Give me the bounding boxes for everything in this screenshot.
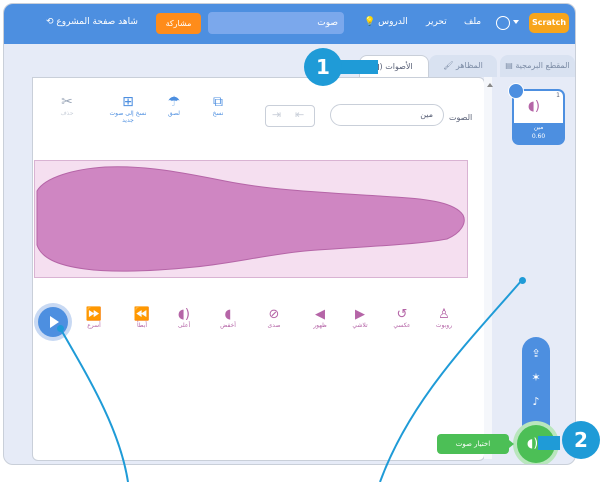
paste-icon: ☂ [167,94,181,110]
choose-sound-menu: ⇪ ✶ ♪ [522,337,550,427]
callout-tail-two [538,436,560,450]
effect-slower-label: أبطأ [136,322,148,329]
sound-tile-duration: 0.60 [531,133,546,140]
copy-to-new-label: نسخ إلى صوت جديد [109,110,147,124]
chevron-down-icon [513,20,519,24]
effect-mute-label: صدى [267,322,281,329]
surprise-icon[interactable]: ✶ [522,371,550,384]
effect-fade-in[interactable]: ◀ ظهور [300,307,340,329]
tutorials-menu[interactable]: 💡 الدروس [364,17,408,27]
effect-fade-out[interactable]: ▶ تلاشي [340,307,380,329]
scratch-logo[interactable]: Scratch [529,13,569,33]
code-tab-icon: ▤ [505,61,513,70]
copy-label: نسخ [212,110,224,117]
tutorials-label: الدروس [378,17,408,27]
microphone-icon[interactable]: ♪ [522,395,550,408]
brush-icon: 🖌 [443,61,454,70]
redo-icon[interactable]: ⇥ [272,108,281,121]
share-button[interactable]: مشاركة [156,13,201,34]
softer-icon: ◖ [224,307,232,322]
effect-mute[interactable]: ⊘ صدى [254,307,294,329]
see-project-icon: ⟲ [46,17,54,27]
upload-icon[interactable]: ⇪ [522,347,550,360]
file-menu[interactable]: ملف [464,17,481,27]
play-button[interactable] [38,307,68,337]
callout-badge-two: 2 [562,421,600,459]
effect-louder[interactable]: ◖) أعلى [164,307,204,329]
delete-button[interactable]: ✂ حذف [52,94,82,117]
robot-icon: ♙ [438,307,450,322]
effect-reverse-label: عكسي [393,322,411,329]
effect-softer[interactable]: ◖ أخفض [208,307,248,329]
effect-fade-out-label: تلاشي [352,322,368,329]
louder-icon: ◖) [178,307,190,322]
copy-to-new-icon: ⊞ [122,94,134,110]
effect-robot[interactable]: ♙ روبوت [424,307,464,329]
tab-costumes[interactable]: 🖌 المظاهر [429,55,497,77]
reverse-icon: ↺ [396,307,408,322]
scissors-icon: ✂ [61,94,73,110]
sound-tile-label: مين 0.60 [514,123,563,143]
tab-costumes-label: المظاهر [455,61,483,70]
copy-to-new-button[interactable]: ⊞ نسخ إلى صوت جديد [104,94,152,124]
waveform-graphic [36,166,465,272]
tab-code-label: المقطع البرمجية [515,61,570,70]
see-project-page-link[interactable]: ⟲ شاهد صفحة المشروع [46,17,138,27]
effect-softer-label: أخفض [220,322,236,329]
effect-fade-in-label: ظهور [313,322,327,329]
callout-dot-list [519,277,526,284]
sound-tile-index: 1 [556,92,560,99]
waveform-area[interactable] [34,160,468,278]
scratch-editor-window: Scratch ملف تحرير 💡 الدروس صوت مشاركة ⟲ … [3,3,576,465]
slower-icon: ⏪ [133,307,151,322]
sound-name-input[interactable]: مين [330,104,444,126]
paste-button[interactable]: ☂ لصق [156,94,192,117]
paste-label: لصق [167,110,181,117]
effect-louder-label: أعلى [177,322,191,329]
globe-icon[interactable] [496,16,510,30]
project-title-input[interactable]: صوت [208,12,344,34]
tab-sounds-label: الأصوات [385,62,413,71]
scrollbar[interactable] [484,77,492,459]
edit-menu[interactable]: تحرير [426,17,447,27]
see-project-label: شاهد صفحة المشروع [56,17,138,27]
undo-redo-group: ⇥ ⇤ [265,105,315,127]
undo-icon[interactable]: ⇤ [295,108,304,121]
callout-dot-play [57,325,64,332]
sound-name-label: الصوت [449,113,473,122]
trash-icon[interactable] [508,83,524,99]
effect-faster[interactable]: ⏩ أسرع [74,307,114,329]
tab-code[interactable]: ▤ المقطع البرمجية [500,55,575,77]
delete-label: حذف [60,110,74,117]
callout-badge-one: 1 [304,48,342,86]
faster-icon: ⏩ [85,307,103,322]
fade-out-icon: ▶ [355,307,365,322]
callout-tail-one [338,60,378,74]
mute-icon: ⊘ [268,307,280,322]
fade-in-icon: ◀ [315,307,325,322]
copy-button[interactable]: ⧉ نسخ [200,94,236,117]
lightbulb-icon: 💡 [364,17,376,27]
choose-sound-tooltip: اختيار صوت [437,434,514,454]
speaker-icon: ◖) [528,99,540,114]
effect-robot-label: روبوت [435,322,453,329]
speaker-plus-icon: ◖) [527,436,539,450]
effect-slower[interactable]: ⏪ أبطأ [122,307,162,329]
sound-tile-name: مين [533,124,544,131]
scroll-up-icon[interactable] [487,83,493,87]
menu-bar: Scratch ملف تحرير 💡 الدروس صوت مشاركة ⟲ … [4,4,575,44]
effect-faster-label: أسرع [87,322,101,329]
effect-reverse[interactable]: ↺ عكسي [382,307,422,329]
copy-icon: ⧉ [213,94,223,110]
